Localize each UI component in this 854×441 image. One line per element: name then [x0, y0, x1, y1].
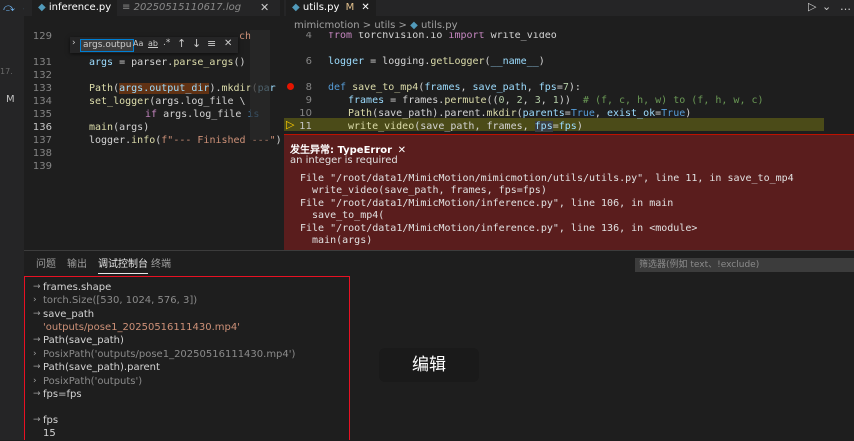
console-input: fps=fps	[43, 389, 82, 400]
console-input: save_path	[43, 309, 95, 320]
tab-debug-console[interactable]: 调试控制台	[98, 259, 148, 274]
exception-widget: 发生异常: TypeError ✕ an integer is required…	[284, 134, 854, 251]
tab-terminal[interactable]: 终端	[151, 259, 171, 271]
tab-output[interactable]: 输出	[67, 259, 87, 271]
right-editor[interactable]: 4 6 8 9 10 11 ▷ from torchvision.io impo…	[284, 32, 854, 134]
chevron-down-icon[interactable]: ⌄	[822, 0, 831, 13]
python-file-icon: ◆	[292, 2, 300, 13]
console-output[interactable]: PosixPath('outputs/pose1_20250516111430.…	[43, 348, 295, 361]
tab-inference-py[interactable]: ◆ inference.py	[32, 0, 118, 16]
trace-line: save_to_mp4(	[300, 210, 385, 221]
trace-line: main(args)	[300, 235, 373, 246]
debug-pointer-icon: ▷	[286, 118, 295, 131]
find-in-selection-icon[interactable]: ≡	[207, 37, 216, 50]
more-icon[interactable]: …	[840, 0, 851, 13]
console-output[interactable]: torch.Size([530, 1024, 576, 3])	[43, 294, 197, 307]
tab-problems[interactable]: 问题	[36, 259, 56, 271]
toggle-replace-icon[interactable]: ›	[72, 38, 76, 48]
filter-input[interactable]: 筛选器(例如 text、!exclude)	[635, 258, 854, 272]
exception-title: 发生异常: TypeError ✕	[290, 145, 406, 156]
console-input: fps	[43, 415, 59, 426]
activity-strip: 17. M	[0, 16, 24, 440]
right-tab-bar: ◆ utils.py M ✕ ▷ ⌄ …	[284, 0, 854, 16]
log-file-icon: ≡	[122, 2, 131, 13]
run-icon[interactable]: ▷	[808, 0, 816, 13]
breadcrumb: mimicmotion > utils > ◆ utils.py	[294, 20, 458, 31]
console-input: Path(save_path)	[43, 335, 124, 346]
find-widget: › args.outpu Aa ab .* ↑ ↓ ≡ ✕	[70, 37, 238, 53]
tab-log-file[interactable]: ≡ 20250515110617.log	[116, 0, 247, 16]
console-output[interactable]: PosixPath('outputs')	[43, 375, 142, 388]
close-tab-icon[interactable]: ✕	[361, 2, 369, 13]
console-output: 15	[43, 428, 56, 439]
python-file-icon: ◆	[38, 2, 46, 13]
strip-text: 17.	[0, 67, 13, 76]
next-match-icon[interactable]: ↓	[192, 37, 201, 50]
debug-console-output[interactable]: → frames.shape › torch.Size([530, 1024, …	[24, 276, 350, 440]
strip-badge: M	[6, 94, 15, 105]
close-tab-icon[interactable]: ✕	[260, 1, 269, 14]
minimap[interactable]	[250, 30, 270, 140]
previous-match-icon[interactable]: ↑	[177, 37, 186, 50]
tab-utils-py[interactable]: ◆ utils.py M ✕	[286, 0, 376, 16]
trace-line: File "/root/data1/MimicMotion/mimicmotio…	[300, 173, 794, 184]
step-over-icon[interactable]: ⤼	[3, 1, 15, 14]
exception-message: an integer is required	[290, 155, 398, 166]
edit-tooltip: 编辑	[379, 348, 479, 382]
trace-line: File "/root/data1/MimicMotion/inference.…	[300, 198, 674, 209]
breakpoint-icon[interactable]	[287, 83, 294, 90]
console-input: frames.shape	[43, 282, 112, 293]
match-case-icon[interactable]: Aa	[133, 39, 143, 48]
python-file-icon: ◆	[410, 20, 418, 31]
left-tab-bar: ◆ inference.py ≡ 20250515110617.log ✕	[24, 0, 280, 16]
console-input: Path(save_path).parent	[43, 362, 160, 373]
trace-line: write_video(save_path, frames, fps=fps)	[300, 185, 547, 196]
find-input[interactable]: args.outpu	[80, 39, 134, 52]
console-output: 'outputs/pose1_20250516111430.mp4'	[43, 322, 240, 333]
close-exception-icon[interactable]: ✕	[398, 145, 406, 156]
regex-icon[interactable]: .*	[163, 38, 170, 48]
close-find-icon[interactable]: ✕	[224, 38, 232, 49]
trace-line: File "/root/data1/MimicMotion/inference.…	[300, 223, 698, 234]
whole-word-icon[interactable]: ab	[148, 39, 158, 48]
